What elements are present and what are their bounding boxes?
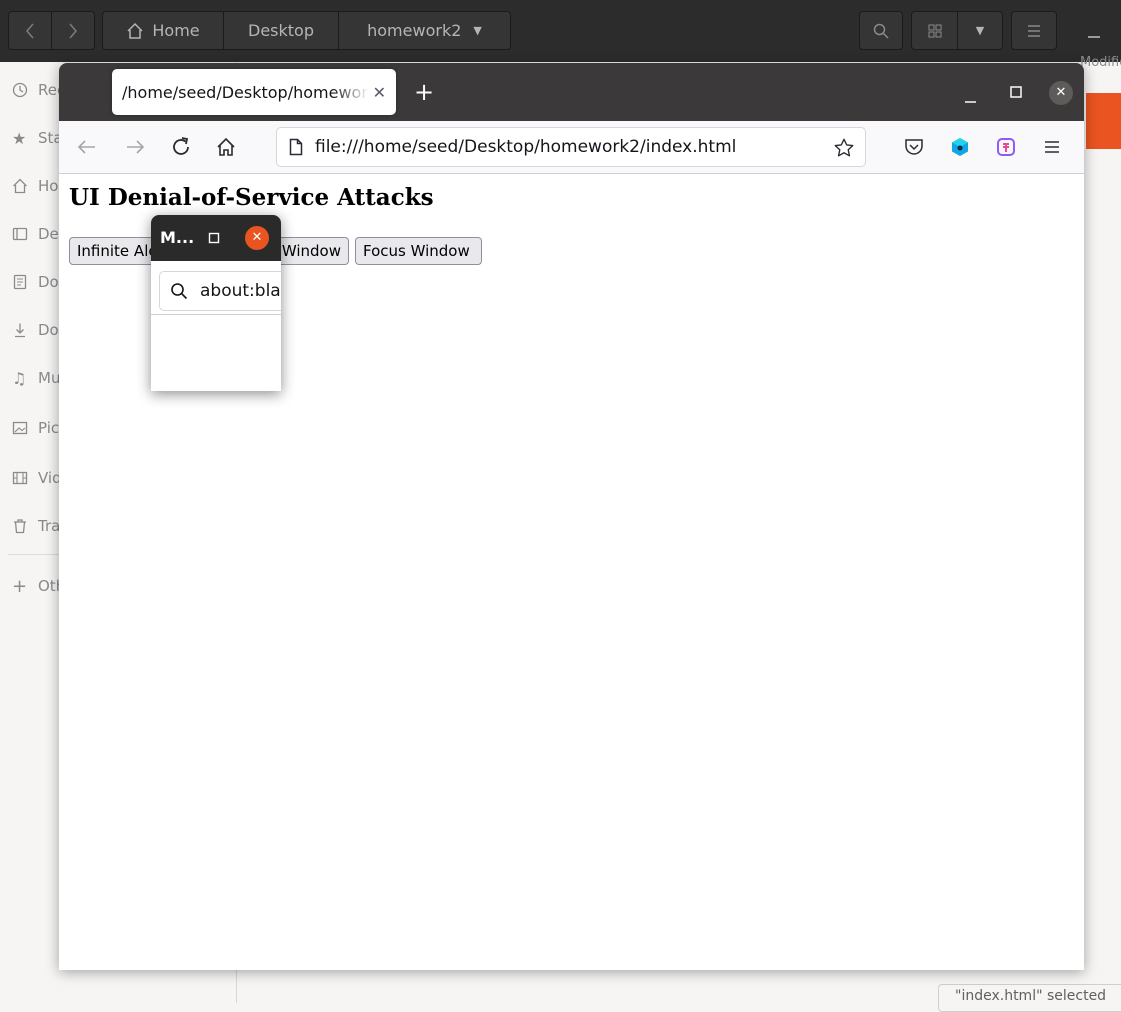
window-close-button[interactable]: ✕	[1049, 81, 1073, 105]
column-header-modified[interactable]: Modified	[1080, 52, 1121, 74]
view-grid-button[interactable]	[911, 11, 958, 50]
browser-tab[interactable]: /home/seed/Desktop/homework2/index.html …	[112, 69, 396, 115]
hamburger-icon	[1028, 24, 1040, 37]
search-button[interactable]	[859, 11, 903, 50]
desktop-folder-icon	[12, 227, 28, 241]
extension-icon[interactable]	[948, 135, 972, 159]
tab-title: /home/seed/Desktop/homework2/index.html	[122, 82, 369, 102]
dropdown-arrow-icon: ▼	[473, 24, 482, 37]
popup-title: M...	[160, 228, 195, 247]
status-overlay: "index.html" selected	[938, 984, 1121, 1012]
bookmark-star-icon[interactable]	[833, 137, 855, 159]
download-icon	[15, 323, 25, 338]
music-icon: ♫	[12, 368, 27, 388]
firefox-window: /home/seed/Desktop/homework2/index.html …	[59, 63, 1084, 970]
reload-icon[interactable]	[169, 135, 193, 159]
chevron-right-icon	[69, 22, 78, 39]
popup-titlebar: M... ✕	[151, 215, 281, 261]
home-icon[interactable]	[214, 135, 238, 159]
clock-icon	[12, 82, 28, 98]
film-icon	[12, 471, 28, 485]
app-menu-icon[interactable]	[1040, 135, 1064, 159]
home-icon	[127, 22, 143, 39]
popup-url-bar[interactable]: about:blank	[159, 271, 281, 311]
tab-close-icon[interactable]: ✕	[373, 83, 386, 102]
maximize-icon[interactable]	[208, 232, 220, 244]
focus-window-button[interactable]: Focus Window	[355, 237, 482, 265]
dropdown-arrow-icon: ▼	[975, 24, 985, 37]
path-desktop-label: Desktop	[248, 21, 314, 40]
plus-icon: +	[12, 575, 28, 597]
home-icon	[13, 178, 27, 194]
forward-button[interactable]	[51, 11, 95, 50]
path-current-label: homework2	[367, 21, 462, 40]
chevron-left-icon	[25, 22, 34, 39]
popup-toolbar-divider	[151, 314, 281, 315]
trash-icon	[14, 519, 26, 534]
addon-icon[interactable]	[994, 135, 1018, 159]
search-icon	[171, 283, 188, 300]
popup-window: M... ✕ about:blank	[151, 215, 281, 391]
window-minimize-button[interactable]	[1088, 36, 1100, 38]
popup-url-text: about:blank	[200, 281, 281, 301]
path-desktop-button[interactable]: Desktop	[223, 11, 339, 50]
file-manager-header: Home Desktop homework2 ▼ ▼	[0, 0, 1121, 62]
navigation-toolbar: file:///home/seed/Desktop/homework2/inde…	[59, 121, 1084, 174]
back-arrow-icon[interactable]	[75, 135, 99, 159]
path-home-button[interactable]: Home	[102, 11, 224, 50]
url-bar[interactable]: file:///home/seed/Desktop/homework2/inde…	[276, 127, 866, 167]
view-options-button[interactable]: ▼	[957, 11, 1003, 50]
star-icon: ★	[12, 128, 27, 148]
search-icon	[873, 23, 889, 39]
url-text: file:///home/seed/Desktop/homework2/inde…	[315, 137, 737, 157]
minimize-icon[interactable]	[963, 88, 979, 104]
tab-bar: /home/seed/Desktop/homework2/index.html …	[59, 63, 1084, 121]
back-button[interactable]	[8, 11, 52, 50]
new-tab-button[interactable]: +	[409, 77, 439, 107]
page-title: UI Denial-of-Service Attacks	[69, 184, 434, 211]
page-icon	[289, 138, 303, 156]
popup-close-button[interactable]: ✕	[245, 226, 269, 250]
maximize-icon[interactable]	[1009, 85, 1023, 99]
pocket-icon[interactable]	[902, 135, 926, 159]
menu-button[interactable]	[1011, 11, 1057, 50]
document-icon	[13, 274, 27, 290]
selected-file-highlight[interactable]	[1086, 93, 1121, 149]
path-current-button[interactable]: homework2 ▼	[338, 11, 511, 50]
picture-icon	[12, 421, 28, 435]
path-home-label: Home	[152, 21, 200, 40]
forward-arrow-icon[interactable]	[123, 135, 147, 159]
grid-icon	[928, 24, 941, 37]
